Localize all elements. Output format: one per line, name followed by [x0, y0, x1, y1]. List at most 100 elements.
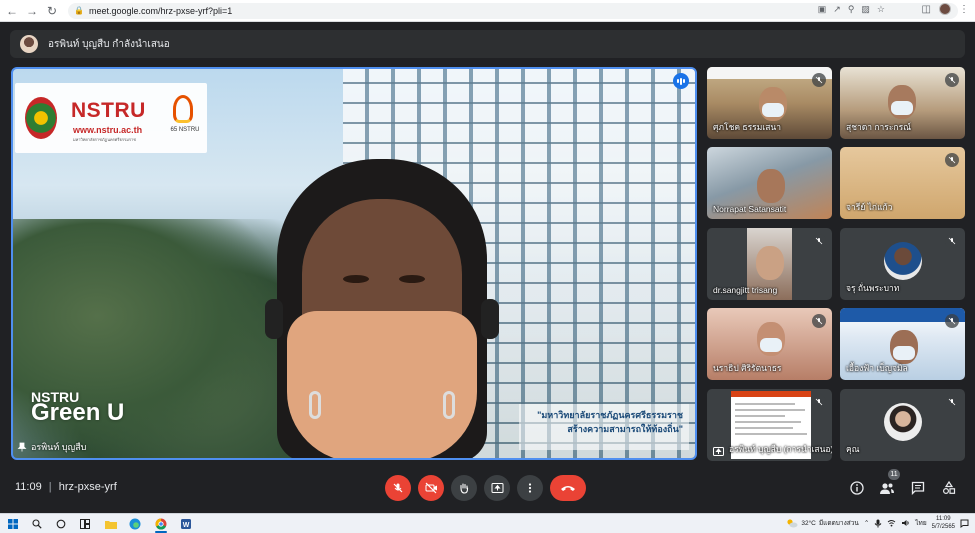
profile-avatar[interactable] — [939, 3, 951, 15]
participant-name: dr.sangjitt trisang — [713, 285, 778, 295]
wifi-icon[interactable] — [887, 519, 896, 527]
bookmark-star-icon[interactable]: ☆ — [877, 4, 885, 15]
earring-left — [309, 391, 321, 419]
taskbar-clock[interactable]: 11:09 5/7/2565 — [932, 515, 955, 531]
slogan-line-1: "มหาวิทยาลัยราชภัฏนครศรีธรรมราช — [537, 410, 683, 420]
mic-off-icon — [945, 234, 959, 248]
meeting-code: hrz-pxse-yrf — [58, 481, 117, 493]
presenter-face-mask — [287, 311, 477, 458]
forward-icon[interactable]: → — [24, 3, 40, 19]
participant-tile[interactable]: นราธิป ศิริรัตนาธร — [707, 308, 832, 380]
mic-off-icon — [945, 395, 959, 409]
edge-browser-icon[interactable] — [128, 517, 142, 531]
pin-icon[interactable] — [17, 442, 27, 452]
self-tile[interactable]: คุณ — [840, 389, 965, 461]
svg-text:W: W — [183, 522, 190, 529]
self-avatar — [884, 403, 922, 441]
green-u-line-2: Green U — [31, 399, 125, 426]
background-slogan: "มหาวิทยาลัยราชภัฏนครศรีธรรมราช สร้างควา… — [519, 404, 689, 450]
present-screen-icon — [491, 483, 503, 493]
word-icon[interactable]: W — [179, 517, 193, 531]
present-now-button[interactable] — [484, 475, 510, 501]
presenter-video — [257, 159, 507, 458]
mic-off-icon — [812, 314, 826, 328]
stage-presenter-name: อรพินท์ บุญสืบ — [31, 442, 87, 452]
participant-name: สุชาดา การะกรณ์ — [846, 122, 912, 132]
participant-tile[interactable]: จรุ ถั่นพระบาท — [840, 228, 965, 300]
people-button[interactable] — [877, 478, 897, 498]
input-language[interactable]: ไทย — [915, 518, 926, 528]
meeting-info: 11:09 | hrz-pxse-yrf — [15, 481, 117, 493]
participant-tile[interactable]: เอื้องฟ้า เบ็ญจมิล — [840, 308, 965, 380]
presenter-eye-right — [399, 275, 425, 283]
participant-mask — [762, 103, 784, 117]
back-icon[interactable]: ← — [4, 3, 20, 19]
participant-tile[interactable]: dr.sangjitt trisang — [707, 228, 832, 300]
camera-toggle-button[interactable] — [418, 475, 444, 501]
zoom-icon[interactable]: ⚲ — [848, 4, 855, 15]
mic-off-icon — [945, 73, 959, 87]
partly-sunny-icon — [787, 519, 798, 528]
weather-widget[interactable]: 32°C มีแดดบางส่วน — [786, 518, 859, 528]
participant-name: Norrapat Satansatit — [713, 204, 787, 214]
browser-actions: ◫ ⋮ — [922, 3, 969, 15]
chrome-browser-icon[interactable] — [154, 517, 168, 531]
leave-call-button[interactable] — [550, 475, 586, 501]
notifications-icon[interactable] — [960, 519, 969, 528]
present-screen-icon — [713, 447, 724, 456]
participant-name: คุณ — [846, 444, 860, 454]
clock-time: 11:09 — [936, 516, 951, 522]
reload-icon[interactable]: ↻ — [44, 3, 60, 19]
microphone-toggle-button[interactable] — [385, 475, 411, 501]
participant-mask — [891, 101, 913, 115]
participant-tile[interactable]: สุชาดา การะกรณ์ — [840, 67, 965, 139]
browser-menu-icon[interactable]: ⋮ — [959, 4, 969, 15]
participant-name: จารีย์ ไก่แก้ว — [846, 202, 893, 212]
share-icon[interactable]: ↗ — [833, 4, 841, 15]
mic-off-icon — [812, 234, 826, 248]
translate-icon[interactable]: ▨ — [861, 4, 870, 15]
presenter-eye-left — [343, 275, 369, 283]
meeting-time: 11:09 — [15, 481, 42, 493]
address-bar-url: meet.google.com/hrz-pxse-yrf?pli=1 — [88, 5, 233, 16]
raise-hand-button[interactable] — [451, 475, 477, 501]
nstru-subtitle: มหาวิทยาลัยราชภัฏนครศรีธรรมราช — [73, 137, 136, 142]
presentation-tile[interactable]: อรพินท์ บุญสืบ (การนำเสนอ) — [707, 389, 832, 461]
camera-in-use-icon[interactable]: ▣ — [818, 4, 827, 15]
participant-tile[interactable]: ศุภโชค ธรรมเสนา — [707, 67, 832, 139]
speaking-indicator-icon — [673, 73, 689, 89]
clock-date: 5/7/2565 — [931, 524, 955, 530]
main-video-stage[interactable]: NSTRU www.nstru.ac.th มหาวิทยาลัยราชภัฏน… — [11, 67, 697, 460]
chat-button[interactable] — [908, 478, 928, 498]
widgets-icon[interactable] — [78, 517, 92, 531]
participant-face — [756, 246, 784, 280]
side-panel-icon[interactable]: ◫ — [922, 4, 931, 15]
participant-tile[interactable]: จารีย์ ไก่แก้ว — [840, 147, 965, 219]
green-university-logo: NSTRU Green U — [31, 389, 125, 426]
nstru-logo-text: NSTRU — [71, 99, 146, 122]
mic-off-icon — [945, 153, 959, 167]
activities-button[interactable] — [939, 478, 959, 498]
meeting-details-button[interactable] — [847, 478, 867, 498]
volume-icon[interactable] — [901, 519, 910, 527]
presenter-avatar — [20, 35, 38, 53]
participant-mask — [893, 346, 915, 360]
end-call-icon — [561, 486, 575, 491]
more-options-button[interactable] — [517, 475, 543, 501]
mic-off-icon — [945, 314, 959, 328]
headset-right — [481, 299, 499, 339]
participant-name: อรพินท์ บุญสืบ (การนำเสนอ) — [729, 444, 832, 454]
more-vertical-icon — [528, 483, 532, 493]
camera-off-icon — [425, 482, 437, 494]
task-view-icon[interactable] — [54, 517, 68, 531]
participant-tile[interactable]: Norrapat Satansatit — [707, 147, 832, 219]
weather-temperature: 32°C — [801, 519, 816, 527]
presenting-text: อรพินท์ บุญสืบ กำลังนำเสนอ — [48, 38, 170, 50]
earring-right — [443, 391, 455, 419]
lock-icon[interactable]: 🔒 — [74, 6, 84, 15]
microphone-tray-icon[interactable] — [874, 519, 882, 528]
file-explorer-icon[interactable] — [104, 517, 118, 531]
search-icon[interactable] — [30, 517, 44, 531]
show-hidden-icons-icon[interactable]: ⌃ — [864, 519, 869, 527]
windows-start-icon[interactable] — [6, 517, 20, 531]
